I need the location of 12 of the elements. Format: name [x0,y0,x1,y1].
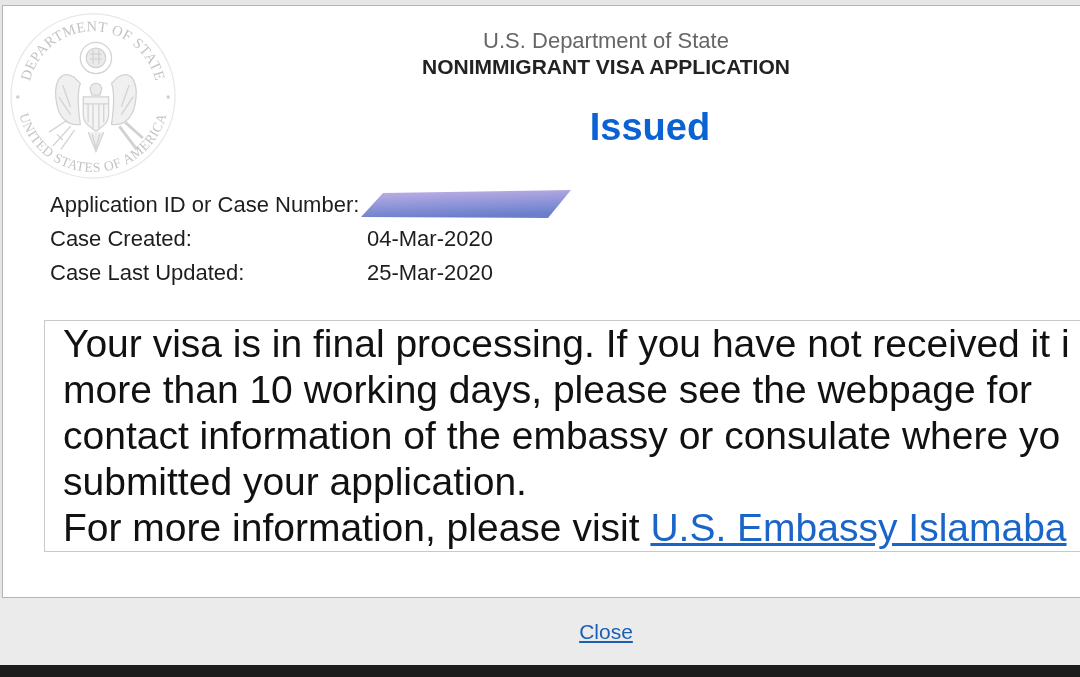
close-link[interactable]: Close [579,619,633,644]
info-label: Application ID or Case Number: [50,192,360,217]
more-info-text: For more information, please visit U.S. Embassy Islamaba [63,505,1067,551]
status-heading: Issued [589,105,711,150]
info-label: Case Created: [50,226,192,251]
embassy-link[interactable]: U.S. Embassy Islamaba [650,506,1067,549]
application-title: NONIMMIGRANT VISA APPLICATION [422,54,790,80]
agency-name: U.S. Department of State [483,27,729,54]
status-message: Your visa is in final processing. If you have not received it i more than 10 working days, please see the webpage for contact information of the embassy or consulate where yo submitted your application. [63,321,1071,505]
info-label: Case Last Updated: [50,260,245,285]
info-value: 25-Mar-2020 [367,260,493,286]
info-value: 04-Mar-2020 [367,226,493,252]
